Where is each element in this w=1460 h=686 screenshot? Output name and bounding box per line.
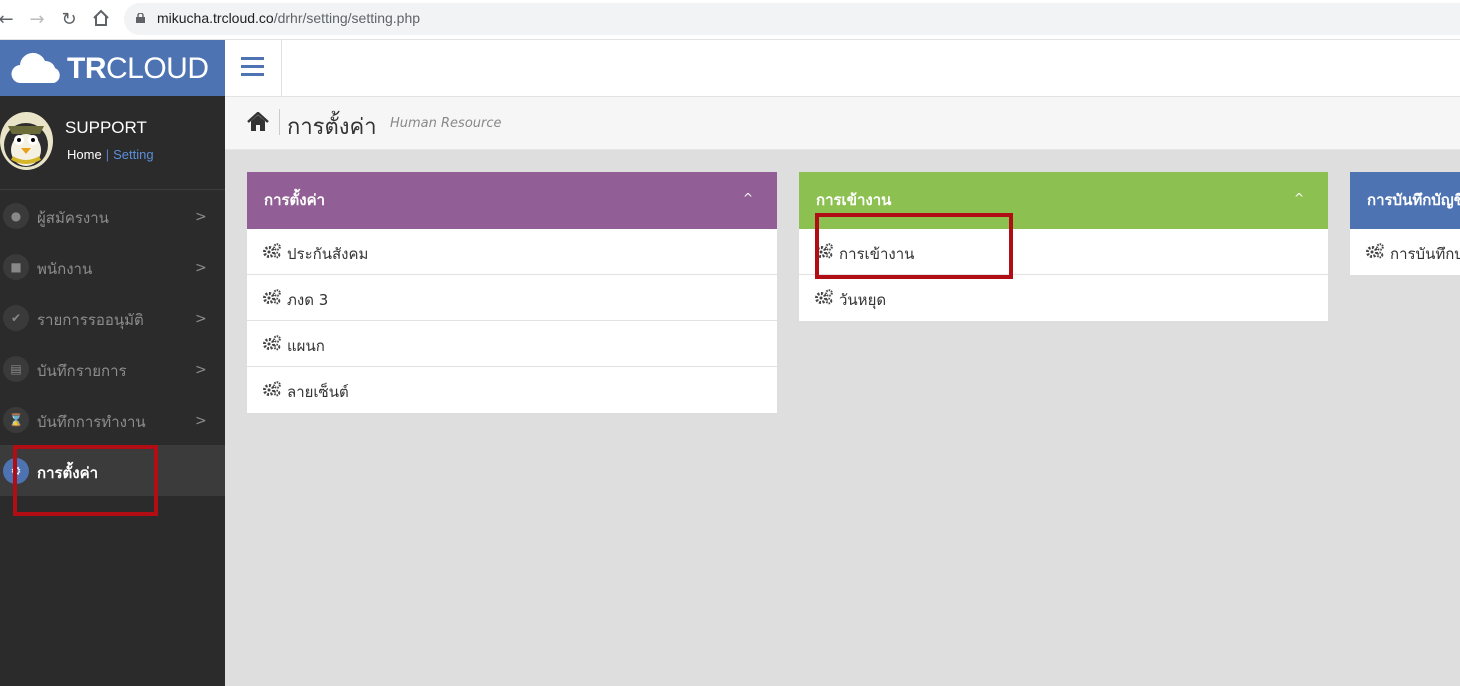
- list-item-label: ลายเซ็นต์: [287, 383, 349, 401]
- highlight-box: [815, 213, 1013, 279]
- chevron-up-icon[interactable]: ^: [1294, 191, 1304, 205]
- divider: [279, 109, 280, 135]
- list-item[interactable]: ลายเซ็นต์: [247, 367, 777, 413]
- home-browser-icon[interactable]: [89, 8, 113, 32]
- user-icon: ●: [3, 203, 29, 229]
- sidebar-item-label: ผู้สมัครงาน: [37, 209, 109, 227]
- home-icon[interactable]: [247, 112, 269, 132]
- chevron-up-icon[interactable]: ^: [743, 191, 753, 205]
- gears-icon: [263, 243, 281, 259]
- check-icon: ✔: [3, 305, 29, 331]
- panel-header[interactable]: การบันทึกบัญชี: [1350, 172, 1460, 229]
- sidebar-item-label: บันทึกรายการ: [37, 362, 127, 380]
- chevron-right-icon: >: [195, 260, 207, 276]
- breadcrumb-setting[interactable]: Setting: [113, 147, 153, 162]
- list-item-label: วันหยุด: [839, 291, 887, 309]
- list-item-label: ภงด 3: [287, 291, 329, 309]
- list-item[interactable]: ภงด 3: [247, 275, 777, 321]
- user-panel: SUPPORT Home | Setting: [0, 96, 225, 190]
- avatar[interactable]: [0, 112, 53, 170]
- page-subtitle: Human Resource: [390, 116, 502, 131]
- sidebar-item-work-log[interactable]: ⌛ บันทึกการทำงาน >: [0, 394, 225, 445]
- list-item[interactable]: วันหยุด: [799, 275, 1328, 321]
- hourglass-icon: ⌛: [3, 407, 29, 433]
- sidebar-item-label: บันทึกการทำงาน: [37, 413, 146, 431]
- list-item-label: ประกันสังคม: [287, 245, 369, 263]
- forward-icon[interactable]: →: [25, 8, 49, 32]
- list-item[interactable]: การบันทึกบ: [1350, 229, 1460, 275]
- browser-toolbar: ← → ↻ mikucha.trcloud.co/drhr/setting/se…: [0, 0, 1460, 40]
- document-icon: ▤: [3, 356, 29, 382]
- sidebar-item-employees[interactable]: ■ พนักงาน >: [0, 241, 225, 292]
- panel-header[interactable]: การตั้งค่า ^: [247, 172, 777, 229]
- employee-icon: ■: [3, 254, 29, 280]
- sidebar-item-label: รายการรออนุมัติ: [37, 311, 144, 329]
- cloud-icon: [11, 52, 60, 84]
- chevron-right-icon: >: [195, 413, 207, 429]
- logo-text: TRCLOUD: [67, 52, 209, 85]
- chevron-right-icon: >: [195, 209, 207, 225]
- gears-icon: [263, 335, 281, 351]
- gears-icon: [815, 289, 833, 305]
- list-item-label: การบันทึกบ: [1390, 245, 1460, 263]
- reload-icon[interactable]: ↻: [57, 8, 81, 32]
- sidebar-item-label: พนักงาน: [37, 260, 93, 278]
- panel-title: การตั้งค่า: [264, 191, 326, 209]
- panel-accounting: การบันทึกบัญชี การบันทึกบ: [1350, 172, 1460, 275]
- gears-icon: [263, 289, 281, 305]
- breadcrumb-separator: |: [105, 147, 110, 162]
- logo[interactable]: TRCLOUD: [0, 40, 225, 96]
- breadcrumb-home[interactable]: Home: [67, 147, 102, 162]
- list-item-label: แผนก: [287, 337, 325, 355]
- sidebar: TRCLOUD SUPPORT Home | Setting ● ผู้สมัครง…: [0, 40, 225, 686]
- sidebar-item-applicants[interactable]: ● ผู้สมัครงาน >: [0, 190, 225, 241]
- panel-settings: การตั้งค่า ^ ประกันสังคม ภงด 3 แผนก ลายเ…: [247, 172, 777, 413]
- breadcrumb: Home | Setting: [67, 147, 154, 162]
- back-icon[interactable]: ←: [0, 8, 18, 32]
- panel-title: การเข้างาน: [816, 191, 892, 209]
- lock-icon: [136, 13, 145, 23]
- top-header: [225, 40, 1460, 97]
- panel-title: การบันทึกบัญชี: [1367, 191, 1460, 209]
- highlight-box: [13, 445, 158, 516]
- chevron-right-icon: >: [195, 362, 207, 378]
- list-item[interactable]: ประกันสังคม: [247, 229, 777, 275]
- gears-icon: [1366, 243, 1384, 259]
- page-header: การตั้งค่า Human Resource: [225, 97, 1460, 150]
- sidebar-item-pending-approval[interactable]: ✔ รายการรออนุมัติ >: [0, 292, 225, 343]
- sidebar-item-records[interactable]: ▤ บันทึกรายการ >: [0, 343, 225, 394]
- url-text: mikucha.trcloud.co/drhr/setting/setting.…: [157, 10, 421, 26]
- user-name: SUPPORT: [65, 118, 147, 137]
- menu-toggle-icon[interactable]: [225, 40, 282, 97]
- list-item[interactable]: แผนก: [247, 321, 777, 367]
- chevron-right-icon: >: [195, 311, 207, 327]
- page-title: การตั้งค่า: [287, 115, 377, 140]
- gears-icon: [263, 381, 281, 397]
- address-bar[interactable]: mikucha.trcloud.co/drhr/setting/setting.…: [124, 3, 1460, 35]
